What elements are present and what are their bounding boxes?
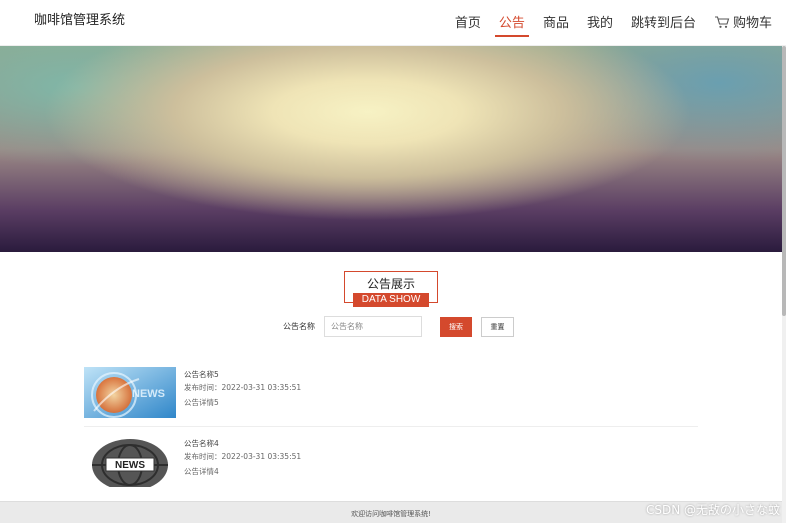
item-time: 发布时间：2022-03-31 03:35:51 xyxy=(184,451,302,461)
nav-mine[interactable]: 我的 xyxy=(587,12,613,35)
section-title: 公告展示 DATA SHOW xyxy=(344,271,438,307)
page-scrollbar[interactable] xyxy=(782,46,786,523)
search-bar: 公告名称 搜索 重置 xyxy=(0,316,782,338)
top-header: 咖啡馆管理系统 首页 公告 商品 我的 跳转到后台 购物车 xyxy=(0,0,786,46)
section-title-cn: 公告展示 xyxy=(366,277,415,291)
news-globe-badge-image: NEWS xyxy=(84,436,176,487)
thumb-news-text: NEWS xyxy=(132,388,165,400)
scrollbar-thumb[interactable] xyxy=(782,46,786,316)
item-detail: 公告详情4 xyxy=(184,467,219,476)
item-text: 公告名称4 发布时间：2022-03-31 03:35:51 公告详情4 xyxy=(184,440,301,476)
nav-products[interactable]: 商品 xyxy=(543,12,569,35)
nav-cart-label: 购物车 xyxy=(732,16,772,31)
reset-button[interactable]: 重置 xyxy=(481,317,514,337)
nav-admin[interactable]: 跳转到后台 xyxy=(631,12,696,35)
nav-announcements[interactable]: 公告 xyxy=(494,12,529,37)
brand-title: 咖啡馆管理系统 xyxy=(34,13,126,28)
item-name[interactable]: 公告名称5 xyxy=(184,371,301,379)
thumb-news-text: NEWS xyxy=(115,460,145,471)
list-item[interactable]: NEWS 公告名称5 发布时间：2022-03-31 03:35:51 公告详情… xyxy=(84,367,698,427)
nav-cart[interactable]: 购物车 xyxy=(714,12,772,35)
nav-home[interactable]: 首页 xyxy=(455,12,481,35)
list-item[interactable]: NEWS 公告名称4 发布时间：2022-03-31 03:35:51 公告详情… xyxy=(84,436,698,496)
news-thumbnail[interactable]: NEWS xyxy=(84,436,176,487)
csdn-watermark: CSDN @无敌の小さな蚊 xyxy=(645,503,780,517)
news-globe-image: NEWS xyxy=(84,367,176,418)
item-time: 发布时间：2022-03-31 03:35:51 xyxy=(184,382,302,392)
search-label: 公告名称 xyxy=(283,322,315,331)
section-title-en: DATA SHOW xyxy=(353,293,429,307)
cart-icon xyxy=(714,15,730,28)
item-divider xyxy=(84,426,698,427)
main-nav: 首页 公告 商品 我的 跳转到后台 购物车 xyxy=(437,12,772,37)
item-text: 公告名称5 发布时间：2022-03-31 03:35:51 公告详情5 xyxy=(184,371,301,407)
news-thumbnail[interactable]: NEWS xyxy=(84,367,176,418)
search-input[interactable] xyxy=(324,316,422,337)
item-detail: 公告详情5 xyxy=(184,398,219,407)
hero-banner xyxy=(0,46,782,252)
item-name[interactable]: 公告名称4 xyxy=(184,440,301,448)
search-button[interactable]: 搜索 xyxy=(440,317,472,337)
